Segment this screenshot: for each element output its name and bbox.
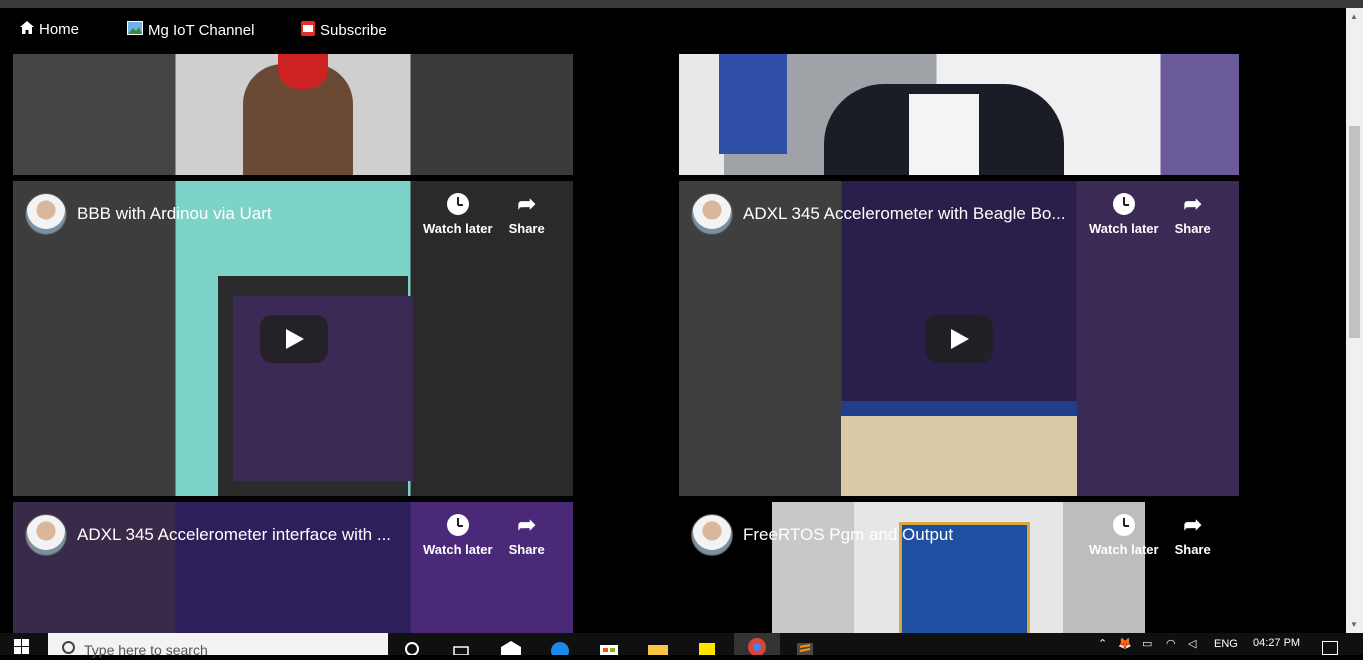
share-icon: ➦: [1183, 191, 1202, 216]
video-header: ADXL 345 Accelerometer interface with ..…: [25, 514, 425, 556]
video-tile-partial-left[interactable]: [13, 54, 573, 175]
search-placeholder: Type here to search: [84, 642, 208, 658]
clock-time[interactable]: 04:27 PM: [1253, 637, 1300, 649]
share-label: Share: [508, 221, 545, 236]
watch-later-button[interactable]: Watch later: [1089, 514, 1159, 557]
watch-later-label: Watch later: [423, 221, 493, 236]
nav-channel-label: Mg IoT Channel: [148, 21, 255, 39]
store-icon[interactable]: [598, 639, 620, 655]
shirt-image: [909, 94, 979, 175]
clock-icon: [1112, 514, 1135, 536]
video-tile-partial-right[interactable]: [679, 54, 1239, 175]
red-tool-image: [278, 54, 328, 89]
share-label: Share: [1174, 221, 1211, 236]
sticky-notes-icon[interactable]: [696, 639, 718, 655]
channel-avatar[interactable]: [25, 514, 67, 556]
breadboard-image: [841, 416, 1077, 496]
watch-later-button[interactable]: Watch later: [423, 193, 493, 236]
video-title[interactable]: BBB with Ardinou via Uart: [77, 204, 272, 224]
share-button[interactable]: ➦ Share: [508, 512, 545, 558]
channel-avatar[interactable]: [25, 193, 67, 235]
top-navbar: Home Mg IoT Channel Subscribe: [0, 8, 1346, 54]
chrome-icon[interactable]: [734, 633, 780, 656]
volume-icon[interactable]: ◁: [1188, 637, 1196, 650]
video-tile[interactable]: BBB with Ardinou via Uart Watch later ➦ …: [13, 181, 573, 496]
video-actions: Watch later ➦ Share: [423, 512, 545, 558]
tray-app-icon[interactable]: 🦊: [1118, 637, 1132, 650]
video-tile[interactable]: FreeRTOS Pgm and Output Watch later ➦ Sh…: [679, 502, 1239, 633]
share-icon: ➦: [517, 191, 536, 216]
share-icon: ➦: [1183, 512, 1202, 537]
language-indicator[interactable]: ENG: [1214, 638, 1238, 650]
slide-image: [719, 54, 787, 154]
share-button[interactable]: ➦ Share: [508, 191, 545, 237]
nav-home-label: Home: [39, 21, 80, 38]
video-tile[interactable]: ADXL 345 Accelerometer interface with ..…: [13, 502, 573, 633]
video-actions: Watch later ➦ Share: [423, 191, 545, 237]
clock-icon: [1112, 193, 1135, 215]
network-icon[interactable]: ▭: [1142, 637, 1152, 650]
nav-subscribe-link[interactable]: Subscribe: [301, 21, 387, 40]
taskbar-image: [841, 401, 1077, 416]
wifi-icon[interactable]: ◠: [1166, 637, 1176, 650]
video-actions: Watch later ➦ Share: [1089, 512, 1211, 558]
video-title[interactable]: FreeRTOS Pgm and Output: [743, 525, 953, 545]
share-label: Share: [1174, 542, 1211, 557]
youtube-icon: [301, 21, 315, 40]
video-actions: Watch later ➦ Share: [1089, 191, 1211, 237]
notifications-icon[interactable]: [1322, 641, 1338, 655]
nav-home-link[interactable]: Home: [20, 21, 79, 38]
watch-later-button[interactable]: Watch later: [1089, 193, 1159, 236]
video-tile[interactable]: ADXL 345 Accelerometer with Beagle Bo...…: [679, 181, 1239, 496]
window-top-strip: [0, 0, 1363, 8]
image-icon: [127, 21, 143, 39]
channel-avatar[interactable]: [691, 514, 733, 556]
watch-later-label: Watch later: [1089, 221, 1159, 236]
folder-icon[interactable]: [647, 639, 669, 655]
share-icon: ➦: [517, 512, 536, 537]
cortana-search-icon[interactable]: [404, 639, 426, 656]
taskbar-search-box[interactable]: Type here to search: [48, 633, 388, 658]
play-icon[interactable]: [260, 315, 328, 363]
video-title[interactable]: ADXL 345 Accelerometer with Beagle Bo...: [743, 204, 1066, 224]
clock-icon: [446, 514, 469, 536]
clock-icon: [446, 193, 469, 215]
scrollbar-thumb[interactable]: [1349, 126, 1360, 338]
share-label: Share: [508, 542, 545, 557]
edge-icon[interactable]: [549, 639, 571, 660]
channel-avatar[interactable]: [691, 193, 733, 235]
search-icon: [62, 641, 75, 654]
watch-later-label: Watch later: [423, 542, 493, 557]
nav-subscribe-label: Subscribe: [320, 22, 387, 39]
windows-icon[interactable]: [14, 639, 30, 655]
share-button[interactable]: ➦ Share: [1174, 191, 1211, 237]
watch-later-button[interactable]: Watch later: [423, 514, 493, 557]
watch-later-label: Watch later: [1089, 542, 1159, 557]
nav-channel-link[interactable]: Mg IoT Channel: [127, 21, 254, 39]
share-button[interactable]: ➦ Share: [1174, 512, 1211, 558]
tray-chevron-icon[interactable]: ⌃: [1098, 637, 1107, 650]
video-header: FreeRTOS Pgm and Output: [691, 514, 1091, 556]
video-header: ADXL 345 Accelerometer with Beagle Bo...: [691, 193, 1091, 235]
sublime-icon[interactable]: [794, 639, 816, 655]
windows-taskbar: Type here to search ⌃ 🦊 ▭ ◠ ◁ ENG 04:27 …: [0, 633, 1363, 660]
mail-icon[interactable]: [500, 639, 522, 655]
home-icon: [20, 21, 34, 38]
scroll-down-icon[interactable]: ▼: [1350, 620, 1358, 629]
play-icon[interactable]: [925, 315, 993, 363]
vertical-scrollbar[interactable]: ▲ ▼: [1346, 8, 1363, 633]
task-view-icon[interactable]: [452, 639, 474, 656]
video-title[interactable]: ADXL 345 Accelerometer interface with ..…: [77, 525, 391, 545]
scroll-up-icon[interactable]: ▲: [1350, 12, 1358, 21]
video-header: BBB with Ardinou via Uart: [25, 193, 425, 235]
